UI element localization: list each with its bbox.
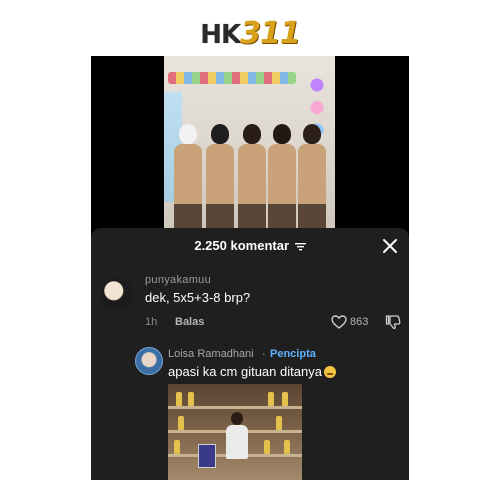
trophy-icon <box>188 392 194 406</box>
watermark-prefix: HK <box>200 20 241 50</box>
bunting-decoration <box>168 72 296 84</box>
watermark-logo: HK311 <box>0 16 500 51</box>
trophy-icon <box>176 392 182 406</box>
video-preview[interactable] <box>164 56 335 228</box>
trophy-icon <box>178 416 184 430</box>
reply-text: apasi ka cm gituan ditanya <box>168 364 336 379</box>
weary-face-emoji-icon <box>323 366 336 378</box>
commenter-username[interactable]: punyakamuu <box>145 274 211 286</box>
reply-text-content: apasi ka cm gituan ditanya <box>168 364 322 379</box>
student-figure <box>238 124 266 228</box>
trophy-icon <box>282 392 288 406</box>
trophy-icon <box>264 440 270 454</box>
commenter-avatar[interactable] <box>101 278 133 310</box>
person-figure <box>226 412 248 459</box>
close-icon[interactable] <box>381 237 399 255</box>
photo-frame <box>198 444 216 468</box>
student-figure <box>174 124 202 228</box>
comment-time: 1h <box>145 316 158 328</box>
trophy-icon <box>284 440 290 454</box>
trophy-icon <box>174 440 180 454</box>
thumbs-down-icon[interactable] <box>385 314 401 330</box>
comment-text: dek, 5x5+3-8 brp? <box>145 290 251 305</box>
creator-badge: Pencipta <box>270 348 316 360</box>
like-count: 863 <box>350 316 369 328</box>
trophy-icon <box>268 392 274 406</box>
student-figure <box>298 124 326 228</box>
student-figure <box>206 124 234 228</box>
sort-icon[interactable] <box>294 239 306 254</box>
heart-icon[interactable] <box>331 314 347 330</box>
username-separator: · <box>262 348 266 360</box>
comments-sheet: 2.250 komentar punyakamuu dek, 5x5+3-8 b… <box>91 228 409 480</box>
creator-avatar[interactable] <box>135 347 163 375</box>
comments-header: 2.250 komentar <box>91 238 409 258</box>
reply-username[interactable]: Loisa Ramadhani <box>168 348 254 360</box>
trophy-icon <box>276 416 282 430</box>
reply-button[interactable]: Balas <box>175 316 204 328</box>
watermark-number: 311 <box>240 16 301 51</box>
student-figure <box>268 124 296 228</box>
phone-screen: 2.250 komentar punyakamuu dek, 5x5+3-8 b… <box>91 56 409 480</box>
video-reply-thumbnail[interactable] <box>168 384 302 480</box>
comments-count: 2.250 komentar <box>194 238 290 253</box>
